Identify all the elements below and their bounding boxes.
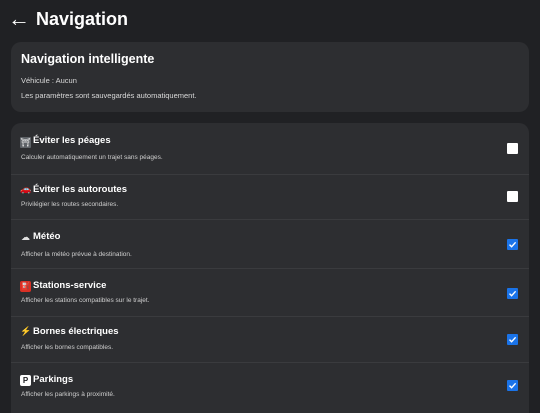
setting-description: Afficher les parkings à proximité. bbox=[21, 391, 115, 398]
page-title: Navigation bbox=[36, 9, 129, 29]
setting-title: Éviter les péages bbox=[33, 135, 111, 146]
setting-title: Stations-service bbox=[33, 280, 107, 291]
settings-card: ⛩ Éviter les péages Calculer automatique… bbox=[11, 123, 529, 413]
setting-title: Météo bbox=[33, 231, 61, 242]
back-arrow-icon[interactable]: ← bbox=[8, 6, 30, 32]
setting-row-avoid-tolls[interactable]: ⛩ Éviter les péages Calculer automatique… bbox=[11, 123, 529, 175]
checkmark-icon bbox=[509, 241, 517, 248]
vehicle-label: Véhicule : Aucun bbox=[21, 76, 77, 85]
app-header: ← Navigation bbox=[0, 0, 540, 40]
fuel-pump-icon: ⛽ bbox=[20, 281, 31, 292]
setting-description: Afficher la météo prévue à destination. bbox=[21, 251, 132, 258]
setting-description: Privilégier les routes secondaires. bbox=[21, 201, 119, 208]
setting-description: Calculer automatiquement un trajet sans … bbox=[21, 154, 163, 161]
setting-row-weather[interactable]: ☁ Météo Afficher la météo prévue à desti… bbox=[11, 220, 529, 269]
info-card: Navigation intelligente Véhicule : Aucun… bbox=[11, 42, 529, 112]
setting-title: Parkings bbox=[33, 374, 74, 385]
setting-description: Afficher les bornes compatibles. bbox=[21, 344, 114, 351]
autosave-note: Les paramètres sont sauvegardés automati… bbox=[21, 91, 197, 100]
setting-title: Éviter les autoroutes bbox=[33, 184, 127, 195]
avoid-tolls-checkbox[interactable] bbox=[507, 143, 518, 154]
avoid-highways-checkbox[interactable] bbox=[507, 191, 518, 202]
setting-row-fuel-stations[interactable]: ⛽ Stations-service Afficher les stations… bbox=[11, 269, 529, 317]
parking-icon: P bbox=[20, 375, 31, 386]
parkings-checkbox[interactable] bbox=[507, 380, 518, 391]
checkmark-icon bbox=[509, 382, 517, 389]
weather-checkbox[interactable] bbox=[507, 239, 518, 250]
ev-chargers-checkbox[interactable] bbox=[507, 334, 518, 345]
setting-row-parkings[interactable]: P Parkings Afficher les parkings à proxi… bbox=[11, 363, 529, 413]
checkmark-icon bbox=[509, 290, 517, 297]
toll-icon: ⛩ bbox=[20, 137, 31, 148]
checkmark-icon bbox=[509, 336, 517, 343]
setting-title: Bornes électriques bbox=[33, 326, 119, 337]
setting-row-avoid-highways[interactable]: 🚗 Éviter les autoroutes Privilégier les … bbox=[11, 175, 529, 220]
setting-row-ev-chargers[interactable]: ⚡ Bornes électriques Afficher les bornes… bbox=[11, 317, 529, 363]
lightning-icon: ⚡ bbox=[20, 326, 32, 336]
fuel-stations-checkbox[interactable] bbox=[507, 288, 518, 299]
info-title: Navigation intelligente bbox=[21, 52, 155, 66]
car-icon: 🚗 bbox=[20, 184, 32, 194]
setting-description: Afficher les stations compatibles sur le… bbox=[21, 297, 150, 304]
weather-icon: ☁ bbox=[21, 232, 30, 242]
